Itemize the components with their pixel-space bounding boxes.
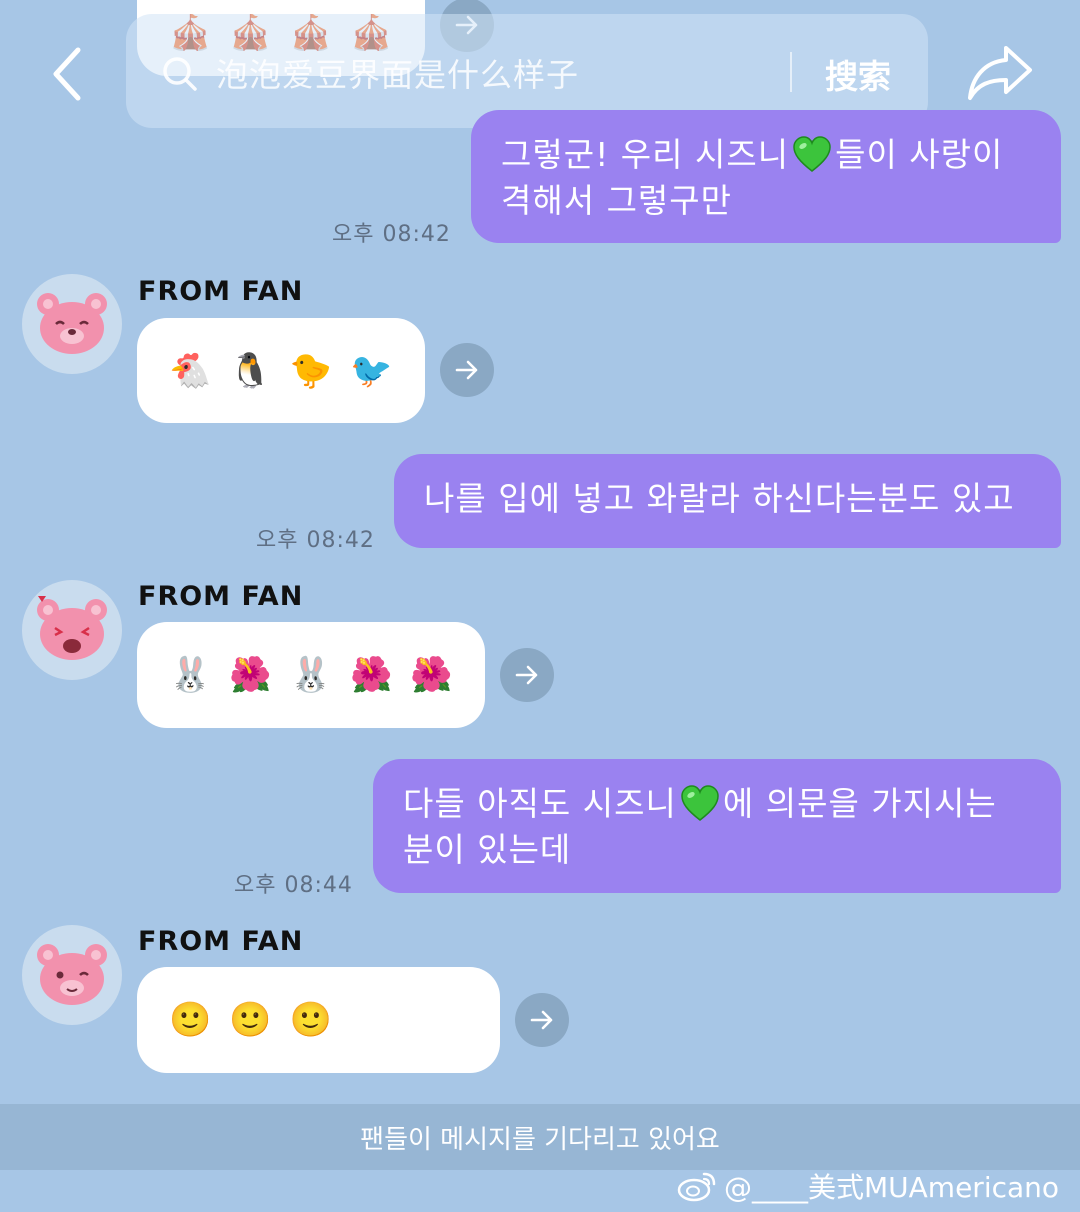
- pink-bear-icon: [24, 582, 120, 678]
- hibiscus-emoji: 🌺: [350, 655, 393, 695]
- fan-avatar: [22, 925, 122, 1025]
- message-text: 나를 입에 넣고 와랄라 하신다는분도 있고: [424, 479, 1015, 518]
- weibo-logo-icon: [677, 1172, 716, 1202]
- watermark: @____美式MUAmericano: [676, 1166, 1059, 1206]
- sent-message-bubble: 다들 아직도 시즈니 에 의문을 가지시는 분이 있는데: [373, 759, 1061, 893]
- bird-emoji: 🐦: [350, 350, 393, 391]
- pink-bear-icon: [24, 927, 120, 1023]
- search-divider: [790, 52, 792, 92]
- search-button[interactable]: 搜索: [825, 50, 891, 98]
- fan-label: FROM FAN: [138, 276, 304, 307]
- arrow-right-icon: [530, 1010, 553, 1030]
- message-text: 격해서 그렇구만: [501, 181, 733, 220]
- fan-avatar: [22, 580, 122, 680]
- arrow-right-icon: [515, 665, 538, 685]
- smiley-emoji: 🙂: [169, 1000, 212, 1040]
- smiley-emoji: 🙂: [289, 1000, 333, 1040]
- forward-arrow-button[interactable]: [440, 343, 494, 397]
- rabbit-emoji: 🐰: [169, 655, 212, 695]
- message-text: 그렇군! 우리 시즈니: [501, 135, 790, 174]
- green-heart-icon: [793, 136, 831, 172]
- sent-message-bubble: 그렇군! 우리 시즈니 들이 사랑이 격해서 그렇구만: [471, 110, 1061, 243]
- smiley-emoji: 🙂: [229, 1000, 272, 1040]
- hibiscus-emoji: 🌺: [229, 655, 272, 695]
- watermark-text: @____美式MUAmericano: [724, 1171, 1060, 1204]
- status-text: 팬들이 메시지를 기다리고 있어요: [360, 1124, 720, 1155]
- rabbit-emoji: 🐰: [289, 655, 333, 695]
- share-icon[interactable]: [966, 40, 1036, 104]
- fan-label: FROM FAN: [138, 926, 304, 957]
- arrow-right-icon: [455, 360, 478, 380]
- message-text: 들이 사랑이: [835, 135, 1004, 174]
- message-text: 다들 아직도 시즈니: [403, 784, 677, 823]
- fan-emoji-card: 🙂 🙂 🙂: [137, 967, 500, 1073]
- fan-avatar: [22, 274, 122, 374]
- penguin-emoji: 🐧: [229, 350, 272, 391]
- message-timestamp: 오후 08:42: [256, 528, 375, 553]
- chick-emoji: 🐤: [289, 350, 333, 391]
- waiting-status-bar: 팬들이 메시지를 기다리고 있어요: [0, 1104, 1080, 1170]
- forward-arrow-button[interactable]: [515, 993, 569, 1047]
- message-text: 분이 있는데: [403, 830, 572, 869]
- back-chevron-icon[interactable]: [46, 44, 86, 104]
- forward-arrow-button[interactable]: [500, 648, 554, 702]
- hibiscus-emoji: 🌺: [410, 655, 453, 695]
- fan-emoji-card: 🐔 🐧 🐤 🐦: [137, 318, 425, 423]
- search-icon: [163, 57, 197, 91]
- message-timestamp: 오후 08:44: [234, 873, 353, 898]
- sent-message-bubble: 나를 입에 넣고 와랄라 하신다는분도 있고: [394, 454, 1061, 548]
- message-text: 에 의문을 가지시는: [722, 784, 997, 823]
- fan-label: FROM FAN: [138, 581, 304, 612]
- message-timestamp: 오후 08:42: [332, 222, 451, 247]
- rooster-emoji: 🐔: [169, 350, 212, 391]
- green-heart-icon: [681, 785, 719, 821]
- fan-emoji-card: 🐰 🌺 🐰 🌺 🌺: [137, 622, 485, 728]
- search-input[interactable]: 泡泡爱豆界面是什么样子: [216, 50, 579, 96]
- pink-bear-icon: [24, 276, 120, 372]
